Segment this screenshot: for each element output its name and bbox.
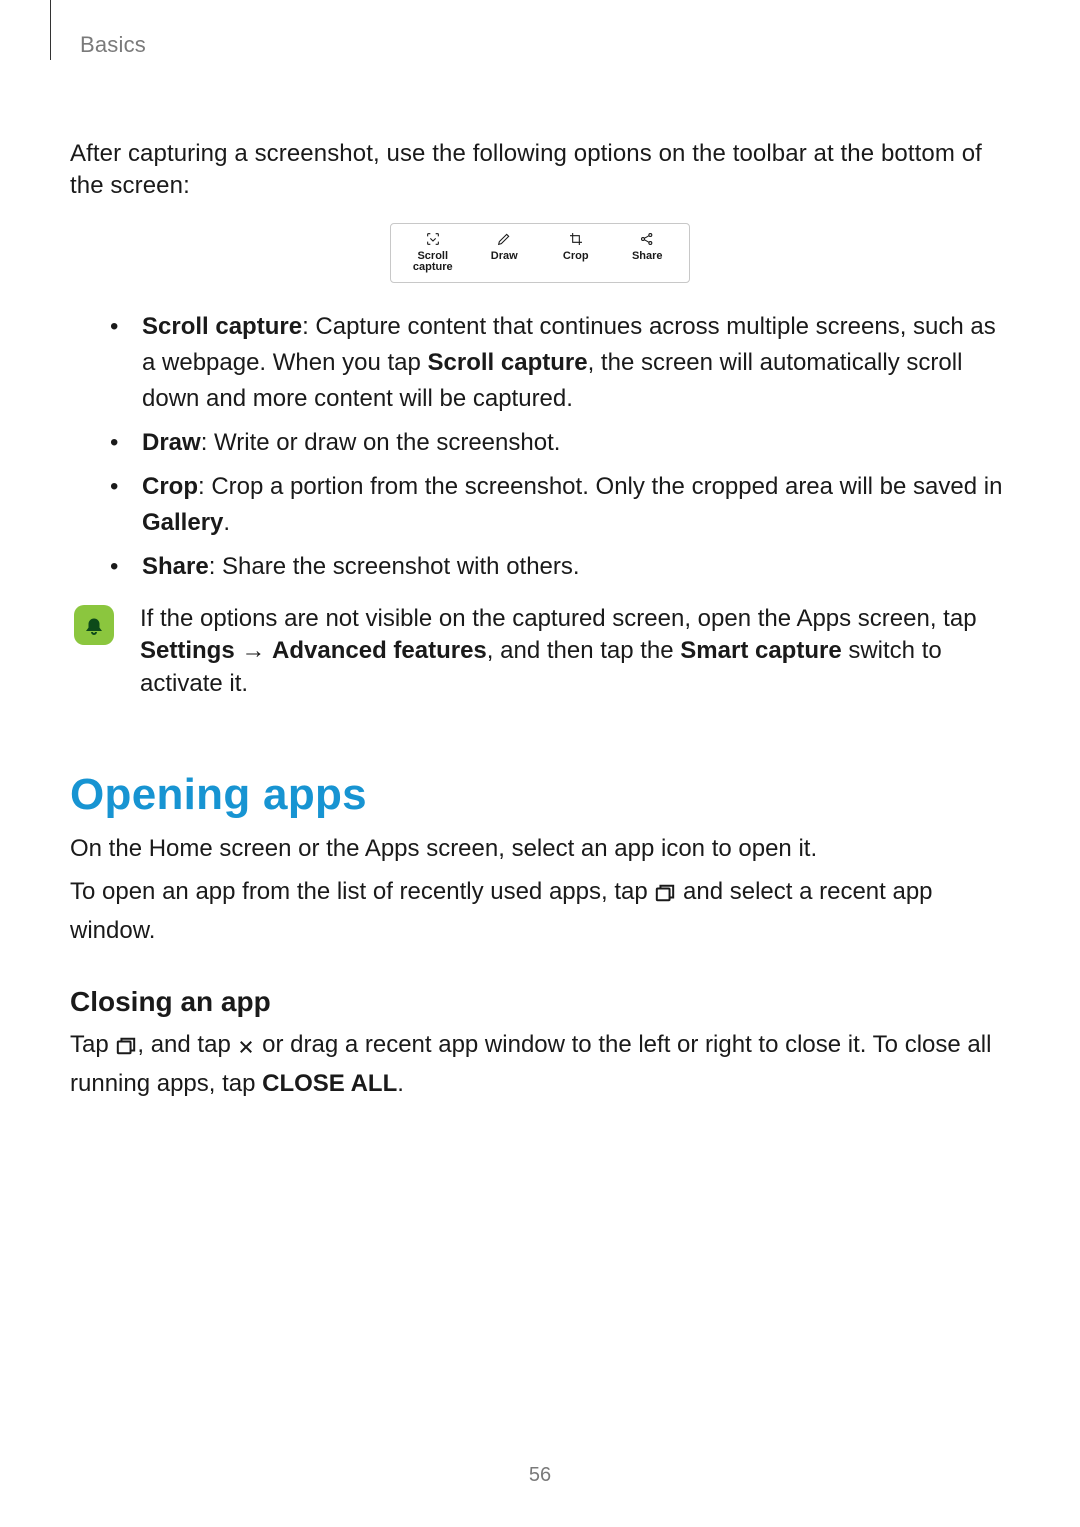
note-advanced: Advanced features [272,637,487,664]
intro-paragraph: After capturing a screenshot, use the fo… [70,138,1010,203]
note-settings: Settings [140,637,235,664]
bullet-lead: Share [142,553,209,580]
toolbar-crop: Crop [540,230,612,263]
bullet-lead: Draw [142,429,201,456]
share-icon [639,230,655,248]
draw-icon [496,230,512,248]
paragraph: Tap , and tap or drag a recent app windo… [70,1028,1010,1102]
scroll-capture-icon [425,230,441,248]
bullet-lead: Scroll capture [142,313,302,340]
note-frag: If the options are not visible on the ca… [140,605,977,632]
bullet-text: : Share the screenshot with others. [209,553,580,580]
breadcrumb: Basics [80,32,1010,58]
list-item: Draw: Write or draw on the screenshot. [110,425,1010,461]
toolbar-crop-label: Crop [563,251,589,263]
paragraph: On the Home screen or the Apps screen, s… [70,832,1010,867]
note-smart: Smart capture [680,637,841,664]
list-item: Share: Share the screenshot with others. [110,549,1010,585]
feature-list: Scroll capture: Capture content that con… [70,309,1010,585]
bullet-text: : Write or draw on the screenshot. [201,429,561,456]
text-frag: . [397,1070,404,1097]
text-frag: To open an app from the list of recently… [70,878,654,905]
toolbar-share-label: Share [632,251,663,263]
toolbar-share: Share [612,230,684,263]
arrow-icon: → [235,637,272,664]
paragraph: To open an app from the list of recently… [70,875,1010,949]
recent-apps-icon [115,1032,137,1067]
note-text: If the options are not visible on the ca… [140,603,1010,700]
bullet-lead: Crop [142,473,198,500]
toolbar-draw-label: Draw [491,251,518,263]
list-item: Crop: Crop a portion from the screenshot… [110,469,1010,541]
side-rule [50,0,51,60]
text-frag: Tap [70,1031,115,1058]
closing-an-app-heading: Closing an app [70,986,1010,1018]
page-number: 56 [0,1464,1080,1487]
toolbar-draw: Draw [469,230,541,263]
bullet-text: . [223,509,230,536]
bullet-text: : Crop a portion from the screenshot. On… [198,473,1002,500]
note-row: If the options are not visible on the ca… [70,603,1010,700]
screenshot-toolbar-figure: Scroll capture Draw Crop [390,223,690,283]
bullet-bold-inner: Gallery [142,509,223,536]
close-x-icon [237,1032,255,1067]
note-bell-icon [74,605,114,645]
text-frag: , and tap [137,1031,237,1058]
toolbar-scroll-sublabel: capture [413,262,453,274]
toolbar-scroll-capture: Scroll capture [397,230,469,274]
note-frag: , and then tap the [487,637,681,664]
crop-icon [568,230,584,248]
section-heading-opening-apps: Opening apps [70,770,1010,820]
close-all-label: CLOSE ALL [262,1070,397,1097]
bullet-bold-inner: Scroll capture [428,349,588,376]
list-item: Scroll capture: Capture content that con… [110,309,1010,417]
recent-apps-icon [654,879,676,914]
